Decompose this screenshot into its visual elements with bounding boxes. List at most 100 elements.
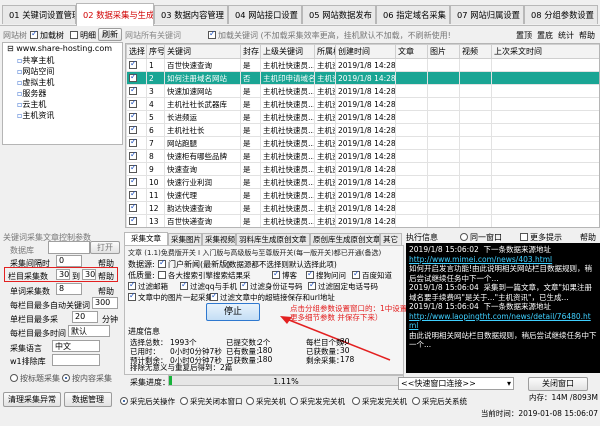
same-window-radio[interactable]: 同一窗口 — [460, 232, 502, 243]
row-checkbox-icon[interactable] — [129, 190, 137, 199]
first-time-field[interactable]: 默认 — [68, 325, 110, 337]
table-row[interactable]: 5长进频运是主机社快速员…主机资讯2019/1/8 14:28 — [126, 110, 599, 124]
tab-site-publish[interactable]: 05 网站数据发布 — [302, 5, 376, 24]
table-row[interactable]: 6主机社社长是主机社快速员…主机资讯2019/1/8 14:28 — [126, 123, 599, 137]
log-line[interactable]: http://www.laopingtht.com/news/detail/76… — [409, 312, 597, 331]
open-button[interactable]: 打开 — [90, 241, 120, 254]
article-count-field[interactable]: 8 — [56, 283, 82, 295]
radio-after-none[interactable]: 采完后关操作 — [120, 396, 175, 407]
radio-close-window[interactable]: 采完关闭本窗口 — [180, 396, 243, 407]
tree-item-shared-host[interactable]: ▫共享主机 — [17, 55, 54, 66]
load-keywords-checkbox[interactable]: 加载关键词 (不加载采集效率更高，挂机默认不加载，不刷新使用!) — [208, 30, 450, 41]
row-checkbox-icon[interactable] — [129, 177, 137, 186]
article-count-help[interactable]: 帮助 — [98, 286, 114, 297]
tree-item-server[interactable]: ▫服务器 — [17, 88, 46, 99]
subtab-images[interactable]: 采集图片 — [168, 233, 202, 245]
tab-data-collection[interactable]: 02 数据采集与生成 — [76, 3, 154, 26]
lang-select[interactable]: 中文 — [52, 340, 100, 352]
col-images[interactable]: 图片 — [427, 44, 460, 59]
table-row[interactable]: 12韵达快速查询是主机社快速员…主机资讯2019/1/8 14:28 — [126, 201, 599, 215]
radio-shutdown[interactable]: 采完关机 — [246, 396, 286, 407]
subtab-material-original[interactable]: 羽料库生成原创文章 — [236, 233, 310, 245]
table-row[interactable]: 7网站跑腿是主机社快速员…主机资讯2019/1/8 14:28 — [126, 136, 599, 150]
tab-group-params[interactable]: 08 分组参数设置 — [524, 5, 598, 24]
radio-close-system[interactable]: 采完后关系统 — [412, 396, 467, 407]
refresh-tree-button[interactable]: 刷新 — [98, 28, 122, 41]
filter-links[interactable]: 过滤文章中的超链接保存和url地址 — [210, 292, 335, 303]
col-last-collected[interactable]: 上次采文时间 — [491, 44, 599, 59]
table-row[interactable]: 2如何注册域名网站否主机印申请域名主机资讯2019/1/8 14:28 — [126, 71, 599, 85]
max-collect-field[interactable]: 20 — [72, 311, 98, 323]
col-index[interactable]: 序号 — [146, 44, 165, 59]
col-videos[interactable]: 视频 — [459, 44, 492, 59]
tree-item-cloud-host[interactable]: ▫云主机 — [17, 99, 46, 110]
interval-field[interactable]: 0 — [56, 255, 82, 267]
exclude-field[interactable] — [52, 354, 100, 366]
table-row[interactable]: 1百世快速查询是主机社快速员…主机资讯2019/1/8 14:28 — [126, 58, 599, 72]
tab-content-management[interactable]: 03 数据内容管理 — [154, 5, 228, 24]
stats-link[interactable]: 统计 — [558, 30, 574, 41]
col-sealed[interactable]: 封存 — [240, 44, 261, 59]
subtab-videos[interactable]: 采集视频 — [202, 233, 236, 245]
row-checkbox-icon[interactable] — [129, 151, 137, 160]
row-checkbox-icon[interactable] — [129, 216, 137, 225]
per-column-help[interactable]: 帮助 — [98, 271, 114, 282]
tree-item-virtual-host[interactable]: ▫虚拟主机 — [17, 77, 54, 88]
low-opt-sogou[interactable]: 搜狗问问 — [306, 270, 346, 281]
expand-checkbox[interactable]: 明细 — [70, 30, 96, 41]
collect-images[interactable]: 文章中的图片一起采集 — [128, 292, 213, 303]
tab-site-ownership[interactable]: 07 网站归属设置 — [450, 5, 524, 24]
auto-keyword-field[interactable]: 300 — [92, 297, 118, 309]
load-tree-checkbox[interactable]: 加载树 — [30, 30, 64, 41]
col-parent-keyword[interactable]: 上级关键词 — [260, 44, 315, 59]
per-column-from-field[interactable]: 30 — [56, 269, 70, 280]
subtab-original-original[interactable]: 原创库生成原创文章 — [310, 233, 380, 245]
col-keyword[interactable]: 关键词 — [164, 44, 241, 59]
help-link[interactable]: 帮助 — [579, 30, 595, 41]
table-row[interactable]: 9快速查询是主机社快速员…主机资讯2019/1/8 14:28 — [126, 162, 599, 176]
table-row[interactable]: 11快速代理是主机社快速员…主机资讯2019/1/8 14:28 — [126, 188, 599, 202]
database-field[interactable] — [48, 241, 90, 254]
row-checkbox-icon[interactable] — [129, 164, 137, 173]
low-opt-search-engines[interactable]: 各大搜索引擎搜索结果采 — [158, 270, 251, 281]
table-row[interactable]: 10快速行业利润是主机社快速员…主机资讯2019/1/8 14:28 — [126, 175, 599, 189]
filter-id-number[interactable]: 过滤身份证号码 — [240, 281, 303, 292]
bottom-link[interactable]: 置底 — [537, 30, 553, 41]
subtab-articles[interactable]: 采集文章 — [124, 232, 168, 245]
tree-root[interactable]: ⊟ www.share-hosting.com — [7, 44, 112, 53]
row-checkbox-icon[interactable] — [129, 138, 137, 147]
low-opt-baidu[interactable]: 百度知道 — [352, 270, 392, 281]
tab-keyword-settings[interactable]: 01 关键词设置管理 — [2, 5, 76, 24]
row-checkbox-icon[interactable] — [129, 60, 137, 69]
row-checkbox-icon[interactable] — [129, 112, 137, 121]
collapse-icon[interactable]: ⊟ — [7, 44, 14, 53]
log-help[interactable]: 帮助 — [580, 232, 596, 243]
filter-email[interactable]: 过滤邮箱 — [128, 281, 168, 292]
subtab-other[interactable]: 其它 — [380, 233, 402, 245]
radio-by-title[interactable]: 按标题采集 — [10, 373, 60, 384]
row-checkbox-icon[interactable] — [129, 86, 137, 95]
filter-qq-phone[interactable]: 过滤qq与手机 — [180, 281, 237, 292]
col-articles[interactable]: 文章 — [395, 44, 428, 59]
table-row[interactable]: 4主机社社长武器库是主机社快速员…主机资讯2019/1/8 14:28 — [126, 97, 599, 111]
tab-domain-collect[interactable]: 06 指定域名采集 — [376, 5, 450, 24]
row-checkbox-icon[interactable] — [129, 125, 137, 134]
tree-item-web-space[interactable]: ▫网站空间 — [17, 66, 54, 77]
top-link[interactable]: 置顶 — [516, 30, 532, 41]
table-row[interactable]: 13百世快递查询是主机社快速员…主机资讯2019/1/8 14:28 — [126, 214, 599, 227]
radio-by-content[interactable]: 按内容采集 — [62, 373, 112, 384]
col-created[interactable]: 创建时间 — [335, 44, 396, 59]
filter-landline[interactable]: 过滤固定电话号码 — [308, 281, 378, 292]
close-window-button[interactable]: 关闭窗口 — [528, 377, 588, 391]
data-management-button[interactable]: 数据管理 — [64, 392, 112, 407]
radio-publish-shutdown[interactable]: 采完发完关机 — [290, 396, 345, 407]
quick-connect-select[interactable]: <<快速窗口连接>> ▾ — [398, 377, 514, 390]
low-opt-blog[interactable]: 博客 — [272, 270, 297, 281]
source-main-checkbox[interactable]: 门户新闻(最新版) — [158, 259, 230, 270]
row-checkbox-icon[interactable] — [129, 99, 137, 108]
per-column-to-field[interactable]: 30 — [82, 269, 96, 280]
row-checkbox-icon[interactable] — [129, 73, 137, 82]
more-tips-checkbox[interactable]: 更多提示 — [520, 232, 562, 243]
log-line[interactable]: http://www.mimei.com/news/403.html — [409, 255, 597, 265]
col-select[interactable]: 选择 — [126, 44, 147, 59]
